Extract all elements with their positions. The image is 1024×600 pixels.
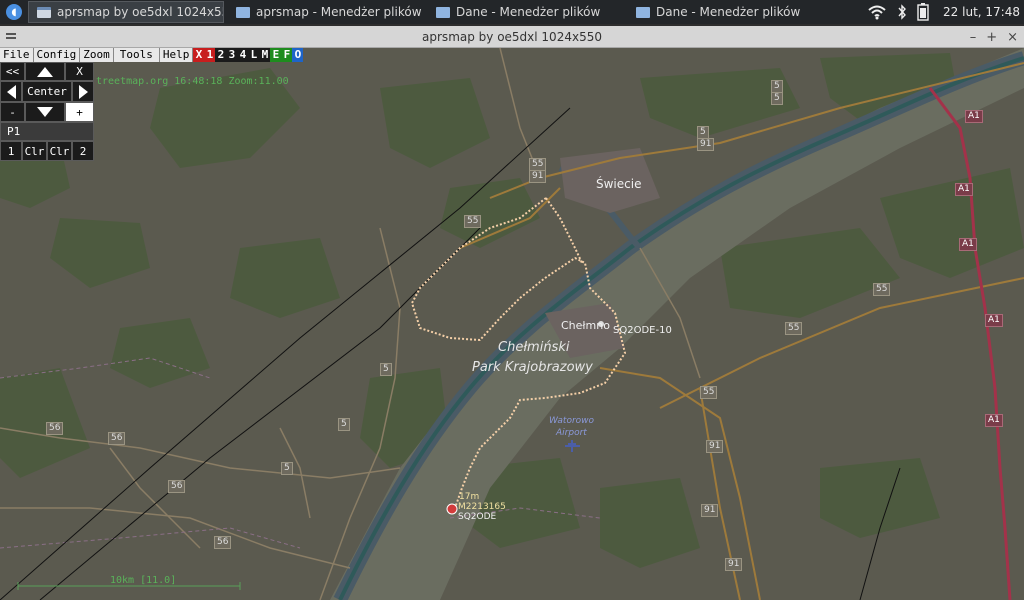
motorway-shield: A1 bbox=[985, 414, 1003, 427]
clear-2-button[interactable]: Clr bbox=[47, 141, 72, 161]
station-label-sq2ode-10[interactable]: SQ2ODE-10 bbox=[613, 325, 672, 336]
wifi-icon[interactable] bbox=[867, 4, 887, 20]
road-shield: 55 bbox=[464, 215, 482, 228]
task-file-manager-dane-2[interactable]: Dane - Menedżer plików bbox=[628, 1, 824, 23]
system-tray: 22 lut, 17:48 bbox=[867, 0, 1024, 24]
applications-menu-button[interactable]: ◖ bbox=[0, 0, 28, 24]
view-1-button[interactable]: 1 bbox=[0, 141, 22, 161]
battery-icon[interactable] bbox=[917, 3, 929, 21]
maximize-button[interactable]: + bbox=[986, 30, 997, 45]
menu-tools[interactable]: Tools bbox=[113, 48, 160, 62]
back-button[interactable]: << bbox=[0, 62, 25, 81]
menu-help[interactable]: Help bbox=[159, 48, 194, 62]
flag-m[interactable]: M bbox=[259, 48, 271, 62]
flag-l[interactable]: L bbox=[248, 48, 260, 62]
flag-e[interactable]: E bbox=[270, 48, 282, 62]
place-label-chelmno: Chełmno bbox=[561, 319, 610, 332]
task-label: Dane - Menedżer plików bbox=[656, 5, 801, 19]
road-shield: 91 bbox=[697, 138, 715, 151]
road-shield: 5 bbox=[338, 418, 350, 431]
flag-3[interactable]: 3 bbox=[226, 48, 238, 62]
road-shield: 55 bbox=[700, 386, 718, 399]
center-button[interactable]: Center bbox=[22, 81, 72, 102]
flag-o[interactable]: O bbox=[292, 48, 304, 62]
road-shield: 56 bbox=[214, 536, 232, 549]
window-titlebar[interactable]: aprsmap by oe5dxl 1024x550 – + × bbox=[0, 26, 1024, 48]
flag-4[interactable]: 4 bbox=[237, 48, 249, 62]
task-label: Dane - Menedżer plików bbox=[456, 5, 601, 19]
clear-1-button[interactable]: Clr bbox=[22, 141, 47, 161]
pan-left-button[interactable] bbox=[0, 81, 22, 102]
road-shield: 55 bbox=[785, 322, 803, 335]
arrow-down-icon bbox=[37, 107, 53, 117]
menu-file[interactable]: File bbox=[0, 48, 34, 62]
motorway-shield: A1 bbox=[985, 314, 1003, 327]
road-shield: 5 bbox=[771, 92, 783, 105]
task-file-manager-dane-1[interactable]: Dane - Menedżer plików bbox=[428, 1, 624, 23]
minimize-button[interactable]: – bbox=[970, 30, 977, 45]
airport-icon bbox=[565, 440, 580, 452]
road-shield: 56 bbox=[46, 422, 64, 435]
task-label: aprsmap - Menedżer plików bbox=[256, 5, 422, 19]
road-shield: 55 bbox=[873, 283, 891, 296]
map-canvas[interactable]: Świecie Chełmno Chełmiński Park Krajobra… bbox=[0, 48, 1024, 600]
window-icon bbox=[37, 6, 51, 18]
motorway-a1 bbox=[928, 87, 1012, 600]
task-file-manager-aprsmap[interactable]: aprsmap - Menedżer plików bbox=[228, 1, 424, 23]
view-2-button[interactable]: 2 bbox=[72, 141, 94, 161]
motorway-shield: A1 bbox=[955, 183, 973, 196]
place-label-swiecie: Świecie bbox=[596, 177, 642, 191]
p1-button[interactable]: P1 bbox=[0, 122, 94, 141]
map-status: treetmap.org 16:48:18 Zoom:11.00 bbox=[96, 76, 289, 87]
folder-icon bbox=[636, 6, 650, 18]
clock[interactable]: 22 lut, 17:48 bbox=[943, 5, 1020, 19]
close-button[interactable]: × bbox=[1007, 30, 1018, 45]
airport-label-line2: Airport bbox=[556, 428, 587, 438]
road-shield: 91 bbox=[725, 558, 743, 571]
map-background bbox=[0, 48, 1024, 600]
arrow-right-icon bbox=[78, 84, 88, 99]
scale-label: 10km [11.0] bbox=[110, 575, 177, 586]
task-label: aprsmap by oe5dxl 1024x550 bbox=[57, 5, 224, 19]
arrow-up-icon bbox=[37, 66, 53, 77]
window-menu-icon[interactable] bbox=[6, 31, 16, 41]
zoom-out-button[interactable]: - bbox=[0, 102, 25, 122]
station-icon-sq2ode bbox=[446, 503, 458, 515]
road-shield: 56 bbox=[168, 480, 186, 493]
pan-up-button[interactable] bbox=[25, 62, 65, 81]
pan-right-button[interactable] bbox=[72, 81, 94, 102]
road-shield: 91 bbox=[706, 440, 724, 453]
close-overlay-button[interactable]: X bbox=[65, 62, 94, 81]
park-label-line1: Chełmiński bbox=[498, 340, 570, 355]
flag-f[interactable]: F bbox=[281, 48, 293, 62]
airport-label-line1: Watorowo bbox=[549, 416, 595, 426]
road-shield: 5 bbox=[281, 462, 293, 475]
bluetooth-icon[interactable] bbox=[897, 4, 907, 20]
station-altitude: 17m bbox=[459, 492, 480, 502]
arrow-left-icon bbox=[6, 84, 16, 99]
folder-icon bbox=[436, 6, 450, 18]
flag-2[interactable]: 2 bbox=[215, 48, 227, 62]
task-aprsmap[interactable]: aprsmap by oe5dxl 1024x550 bbox=[28, 1, 224, 23]
station-label-sq2ode[interactable]: SQ2ODE bbox=[458, 512, 496, 522]
station-id-label: M2213165 bbox=[458, 502, 506, 512]
road-shield: 91 bbox=[529, 170, 547, 183]
flag-1[interactable]: 1 bbox=[204, 48, 216, 62]
window-title: aprsmap by oe5dxl 1024x550 bbox=[422, 29, 602, 44]
road-shield: 56 bbox=[108, 432, 126, 445]
road-shield: 91 bbox=[701, 504, 719, 517]
motorway-shield: A1 bbox=[965, 110, 983, 123]
app-menubar: File Config Zoom Tools Help X 1 2 3 4 L … bbox=[0, 48, 304, 62]
zoom-in-button[interactable]: + bbox=[65, 102, 94, 122]
menu-zoom[interactable]: Zoom bbox=[80, 48, 114, 62]
pan-down-button[interactable] bbox=[25, 102, 65, 122]
menu-config[interactable]: Config bbox=[33, 48, 81, 62]
folder-icon bbox=[236, 6, 250, 18]
xfce-mouse-icon: ◖ bbox=[6, 4, 22, 20]
road-shield: 5 bbox=[380, 363, 392, 376]
park-label-line2: Park Krajobrazowy bbox=[472, 360, 593, 375]
motorway-shield: A1 bbox=[959, 238, 977, 251]
flag-x[interactable]: X bbox=[193, 48, 205, 62]
taskbar: ◖ aprsmap by oe5dxl 1024x550 aprsmap - M… bbox=[0, 0, 1024, 24]
